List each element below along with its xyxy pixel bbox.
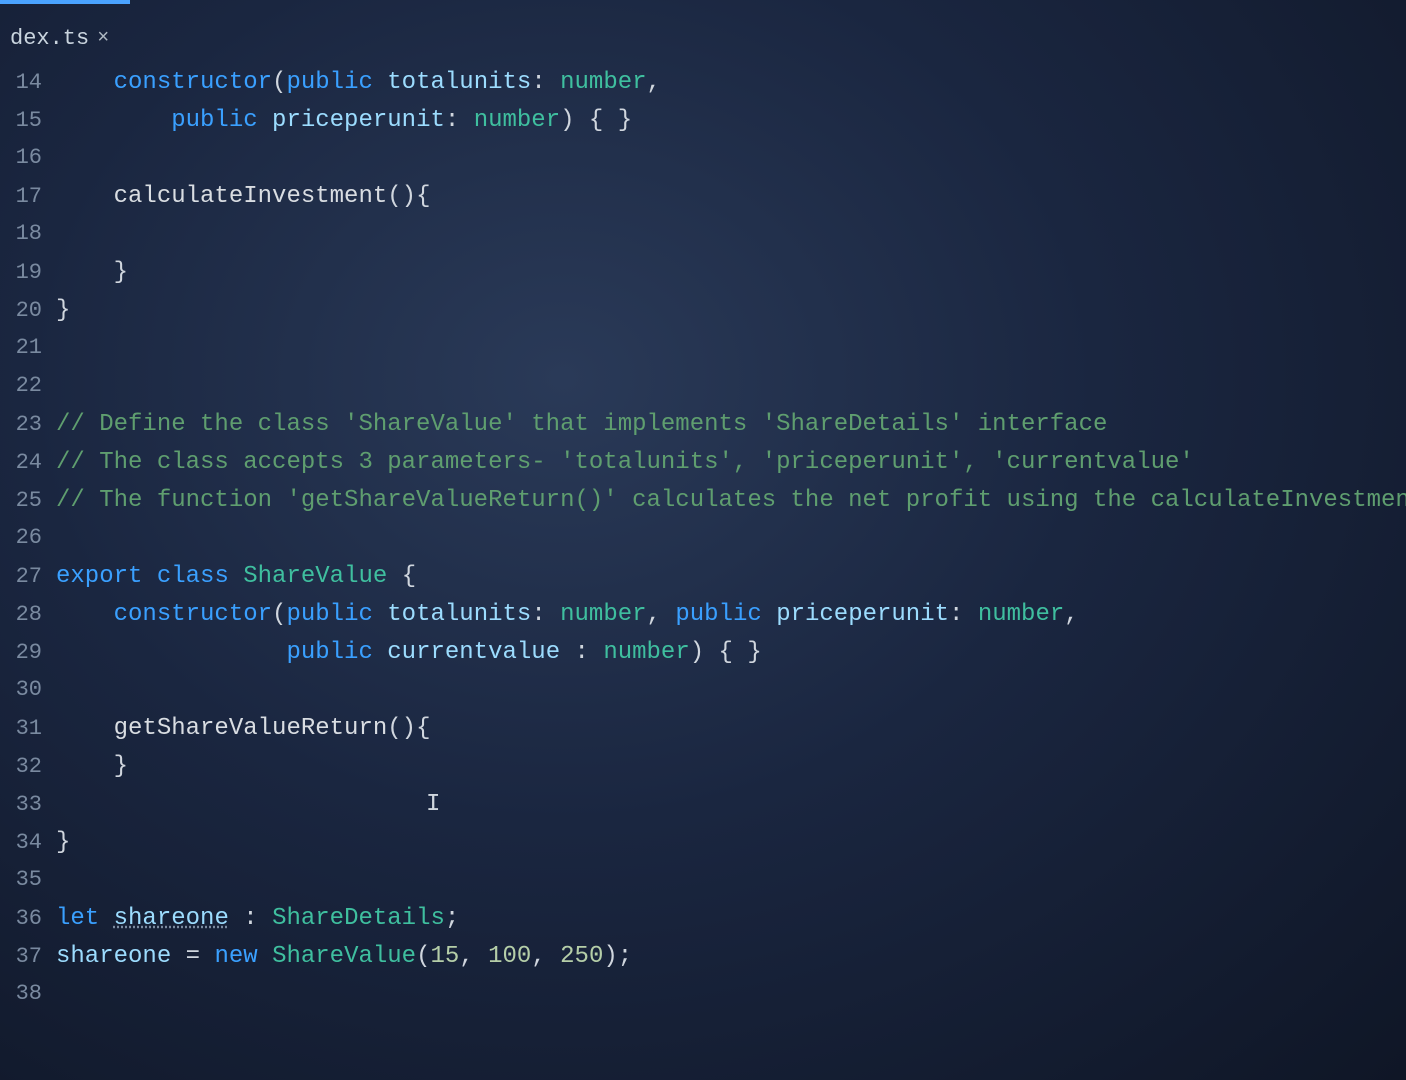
code-line[interactable]: 32 } [0, 753, 1406, 791]
code-content[interactable]: calculateInvestment(){ [56, 183, 1406, 210]
line-number: 30 [0, 677, 56, 702]
line-number: 24 [0, 450, 56, 475]
code-line[interactable]: 34 } [0, 829, 1406, 867]
code-line[interactable]: 27 export class ShareValue { [0, 563, 1406, 601]
code-line[interactable]: 38 [0, 981, 1406, 1019]
code-content[interactable]: } [56, 753, 1406, 780]
code-line[interactable]: 16 [0, 145, 1406, 183]
code-line[interactable]: 18 [0, 221, 1406, 259]
code-content[interactable]: I [56, 791, 1406, 818]
code-line[interactable]: 23 // Define the class 'ShareValue' that… [0, 411, 1406, 449]
code-line[interactable]: 21 [0, 335, 1406, 373]
code-line[interactable]: 26 [0, 525, 1406, 563]
code-line[interactable]: 30 [0, 677, 1406, 715]
line-number: 27 [0, 564, 56, 589]
line-number: 36 [0, 906, 56, 931]
text-cursor-icon: I [426, 791, 440, 818]
code-content[interactable]: let shareone : ShareDetails; [56, 905, 1406, 932]
code-content[interactable]: public currentvalue : number) { } [56, 639, 1406, 666]
code-content[interactable]: } [56, 297, 1406, 324]
line-number: 34 [0, 830, 56, 855]
tab-dex-ts[interactable]: dex.ts × [0, 22, 119, 55]
code-content[interactable]: // The function 'getShareValueReturn()' … [56, 487, 1406, 514]
code-line[interactable]: 31 getShareValueReturn(){ [0, 715, 1406, 753]
line-number: 20 [0, 298, 56, 323]
code-line[interactable]: 36 let shareone : ShareDetails; [0, 905, 1406, 943]
code-line[interactable]: 37 shareone = new ShareValue(15, 100, 25… [0, 943, 1406, 981]
code-content[interactable]: // Define the class 'ShareValue' that im… [56, 411, 1406, 438]
code-line[interactable]: 22 [0, 373, 1406, 411]
line-number: 14 [0, 70, 56, 95]
line-number: 32 [0, 754, 56, 779]
line-number: 15 [0, 108, 56, 133]
line-number: 35 [0, 867, 56, 892]
line-number: 25 [0, 488, 56, 513]
code-line[interactable]: 17 calculateInvestment(){ [0, 183, 1406, 221]
code-content[interactable]: shareone = new ShareValue(15, 100, 250); [56, 943, 1406, 970]
code-line[interactable]: 29 public currentvalue : number) { } [0, 639, 1406, 677]
line-number: 29 [0, 640, 56, 665]
line-number: 17 [0, 184, 56, 209]
code-content[interactable]: } [56, 829, 1406, 856]
line-number: 16 [0, 145, 56, 170]
line-number: 33 [0, 792, 56, 817]
code-editor[interactable]: 14 constructor(public totalunits: number… [0, 69, 1406, 1019]
code-line[interactable]: 15 public priceperunit: number) { } [0, 107, 1406, 145]
code-content[interactable]: export class ShareValue { [56, 563, 1406, 590]
line-number: 22 [0, 373, 56, 398]
code-line[interactable]: 24 // The class accepts 3 parameters- 't… [0, 449, 1406, 487]
code-line[interactable]: 35 [0, 867, 1406, 905]
line-number: 23 [0, 412, 56, 437]
code-line[interactable]: 14 constructor(public totalunits: number… [0, 69, 1406, 107]
line-number: 18 [0, 221, 56, 246]
line-number: 28 [0, 602, 56, 627]
code-line[interactable]: 28 constructor(public totalunits: number… [0, 601, 1406, 639]
close-icon[interactable]: × [97, 29, 109, 49]
code-line[interactable]: 19 } [0, 259, 1406, 297]
line-number: 19 [0, 260, 56, 285]
code-content[interactable]: } [56, 259, 1406, 286]
line-number: 21 [0, 335, 56, 360]
code-content[interactable]: getShareValueReturn(){ [56, 715, 1406, 742]
code-line[interactable]: 25 // The function 'getShareValueReturn(… [0, 487, 1406, 525]
code-content[interactable]: constructor(public totalunits: number, [56, 69, 1406, 96]
line-number: 26 [0, 525, 56, 550]
code-line[interactable]: 33 I [0, 791, 1406, 829]
line-number: 37 [0, 944, 56, 969]
line-number: 31 [0, 716, 56, 741]
code-content[interactable]: public priceperunit: number) { } [56, 107, 1406, 134]
code-line[interactable]: 20 } [0, 297, 1406, 335]
code-content[interactable]: // The class accepts 3 parameters- 'tota… [56, 449, 1406, 476]
code-content[interactable]: constructor(public totalunits: number, p… [56, 601, 1406, 628]
tab-label: dex.ts [10, 26, 89, 51]
line-number: 38 [0, 981, 56, 1006]
editor-tabbar: dex.ts × [0, 4, 1406, 69]
